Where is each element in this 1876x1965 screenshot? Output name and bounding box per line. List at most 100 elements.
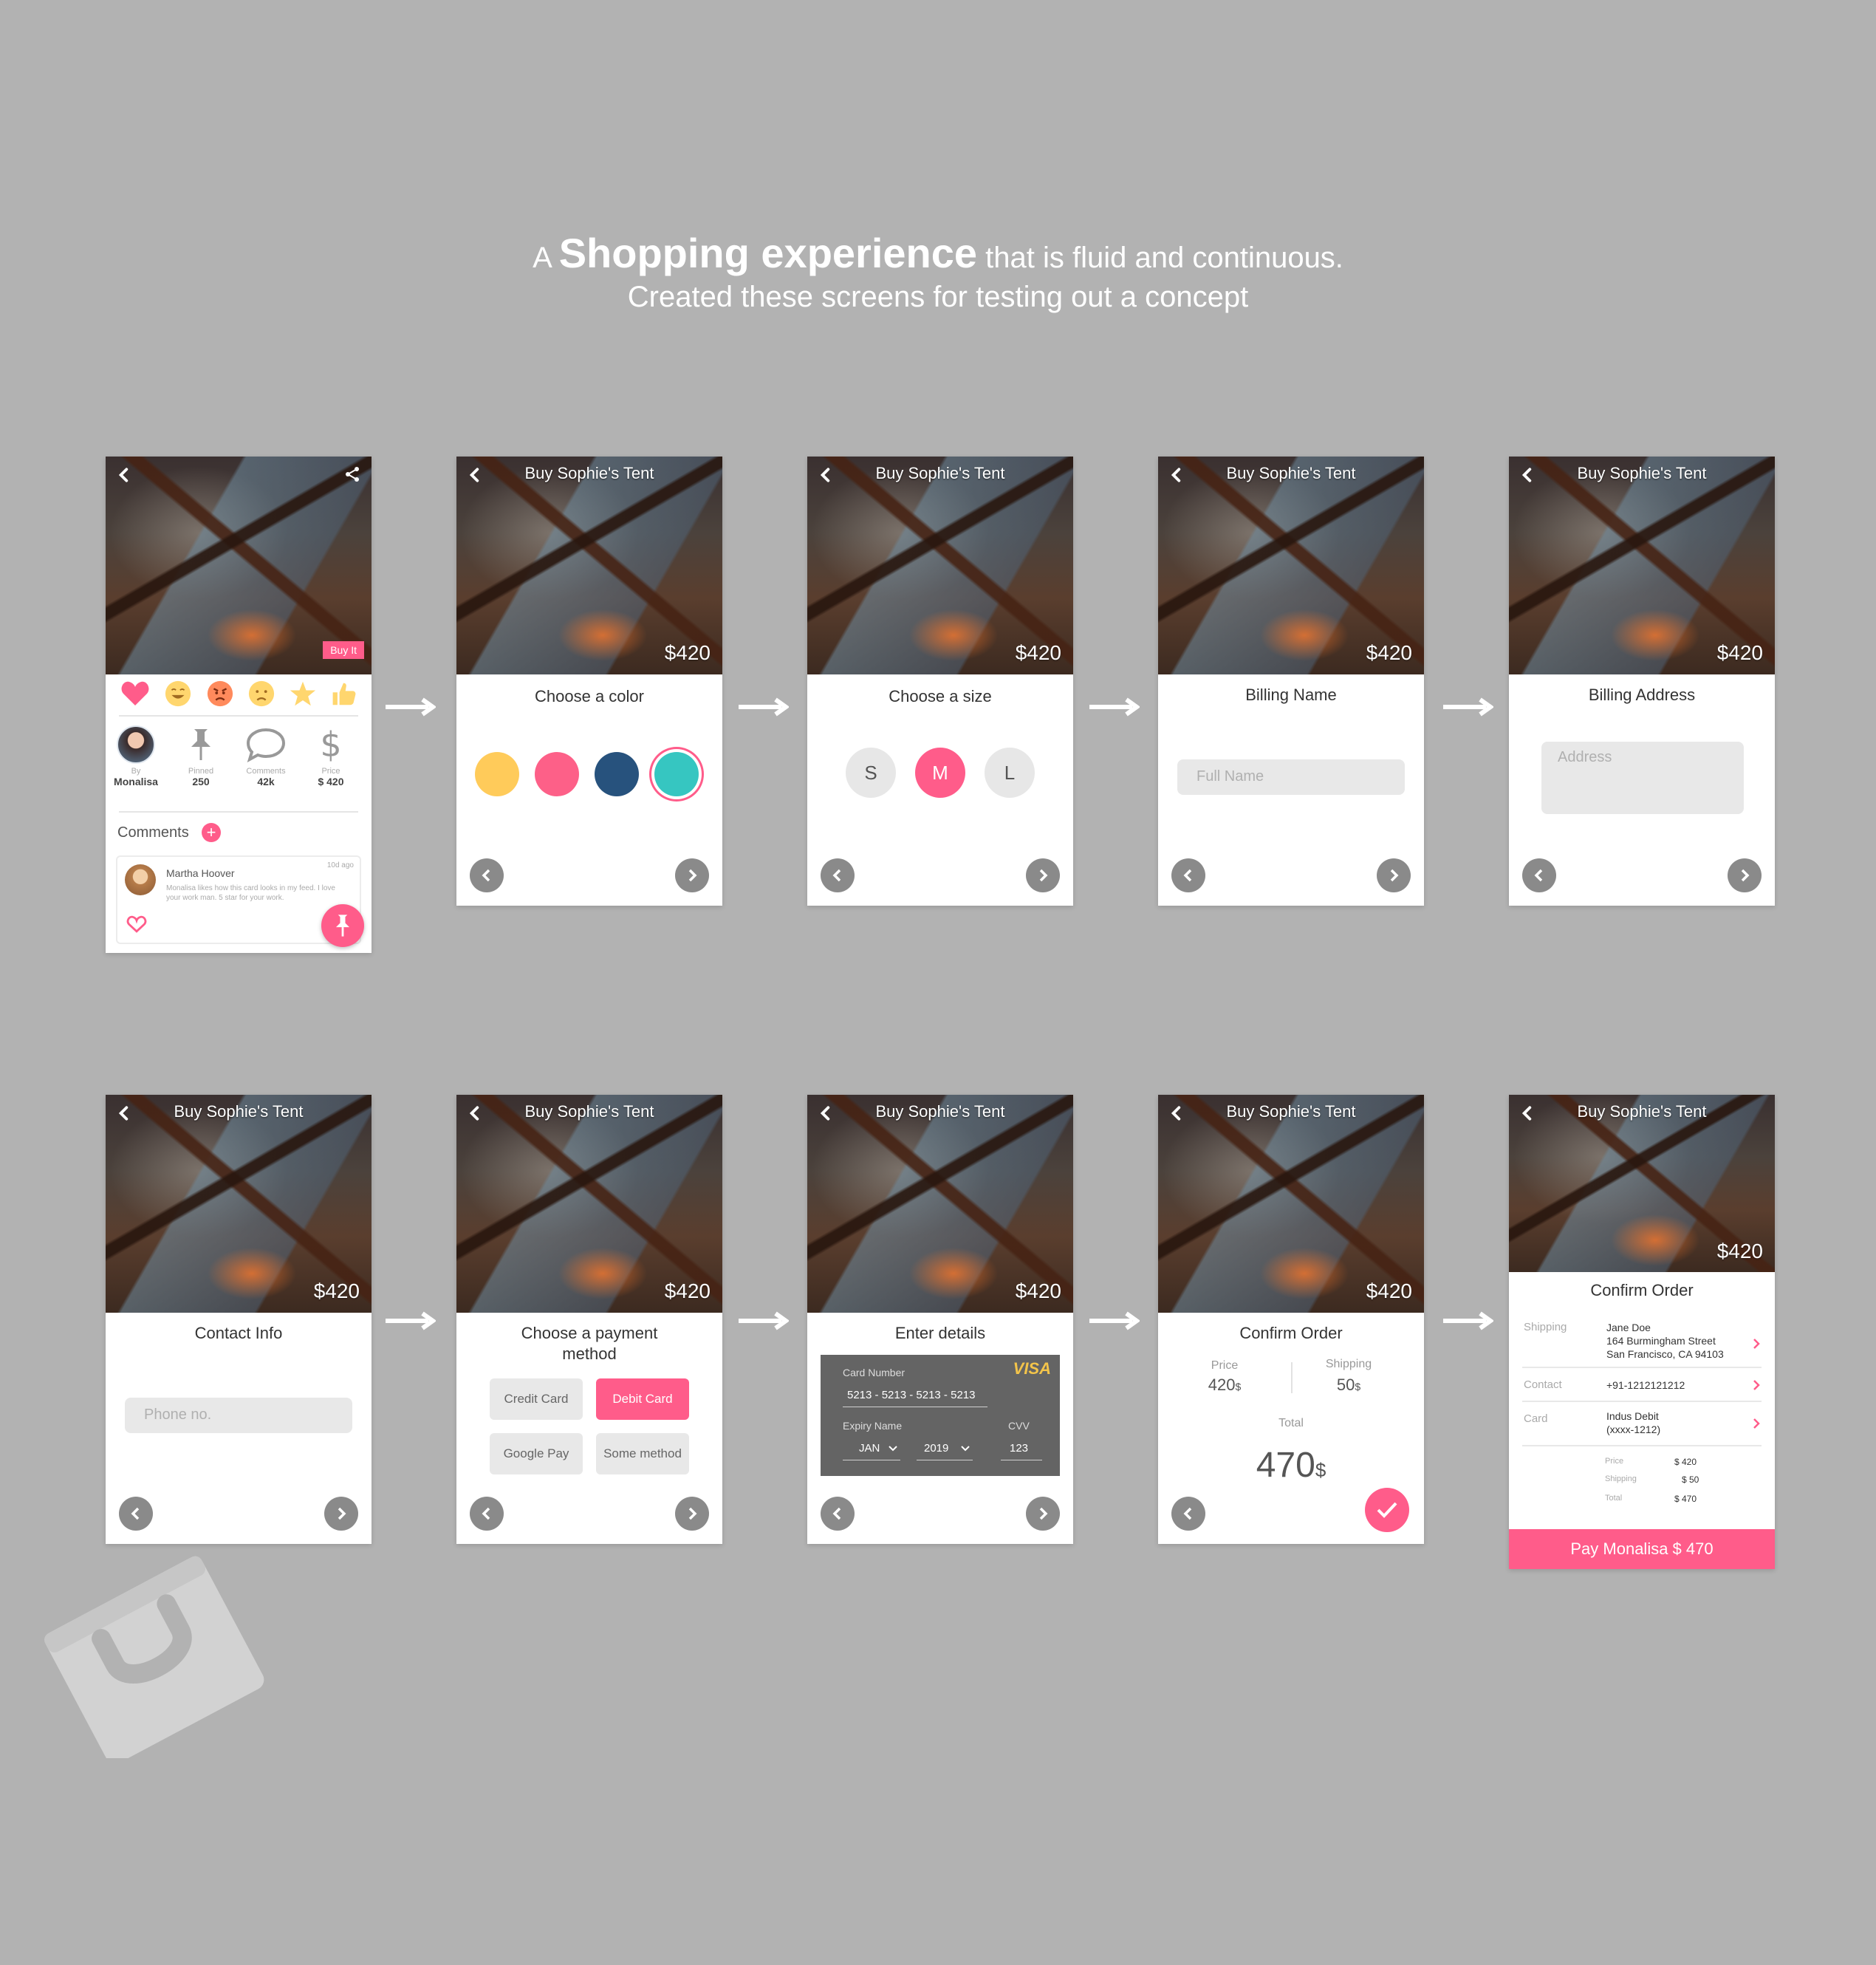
comment-author: Martha Hoover — [166, 867, 235, 879]
pin-button[interactable] — [321, 904, 364, 947]
color-swatch-navy[interactable] — [595, 752, 639, 796]
prev-button[interactable] — [119, 1497, 153, 1531]
next-button[interactable] — [1728, 858, 1762, 892]
color-swatch-teal[interactable] — [654, 752, 699, 796]
phone-field[interactable]: Phone no. — [125, 1398, 352, 1433]
flow-arrow-icon — [386, 697, 436, 717]
like-heart-icon[interactable] — [126, 915, 147, 934]
card-title: Buy Sophie's Tent — [1226, 464, 1356, 482]
comment-bubble-icon — [246, 728, 286, 762]
step-label: Choose a color — [535, 687, 644, 705]
cvv-field[interactable]: 123 — [1010, 1442, 1028, 1455]
share-icon[interactable] — [343, 465, 361, 483]
color-swatch-yellow[interactable] — [475, 752, 519, 796]
prev-button[interactable] — [470, 858, 504, 892]
flow-arrow-icon — [739, 1311, 789, 1330]
breakdown-price-label: Price — [1605, 1457, 1624, 1466]
breakdown-total-value: $ 470 — [1674, 1494, 1697, 1504]
prev-button[interactable] — [1171, 1497, 1205, 1531]
prev-button[interactable] — [1171, 858, 1205, 892]
shipping-address: Jane Doe 164 Burmingham Street San Franc… — [1606, 1322, 1724, 1360]
thumbs-up-icon[interactable] — [330, 680, 357, 707]
chevron-right-icon[interactable] — [1751, 1339, 1762, 1349]
heart-icon[interactable] — [120, 680, 150, 707]
avatar[interactable] — [117, 725, 155, 764]
next-button[interactable] — [675, 858, 709, 892]
step-label: Confirm Order — [1239, 1324, 1343, 1342]
comment-time: 10d ago — [326, 861, 354, 869]
next-button[interactable] — [675, 1497, 709, 1531]
star-icon[interactable] — [290, 680, 316, 707]
shipping-label: Shipping — [1524, 1321, 1567, 1333]
shopping-bag-icon — [44, 1556, 264, 1758]
prev-button[interactable] — [821, 1497, 855, 1531]
chevron-right-icon — [1039, 869, 1048, 882]
next-button[interactable] — [1377, 858, 1411, 892]
stat-pinned: Pinned 250 — [171, 724, 231, 787]
headline-subtitle: Created these screens for testing out a … — [627, 281, 1249, 313]
choose-size-screen: Buy Sophie's Tent $420 Choose a size S M… — [807, 457, 1073, 906]
reaction-row — [120, 677, 357, 711]
flow-arrow-icon — [386, 1311, 436, 1330]
contact-info-screen: Buy Sophie's Tent $420 Contact Info Phon… — [106, 1095, 372, 1544]
address-field[interactable]: Address — [1541, 742, 1744, 814]
pay-button[interactable]: Pay Monalisa $ 470 — [1509, 1529, 1775, 1569]
sad-emoji-icon[interactable] — [247, 680, 275, 708]
expiry-label: Expiry Name — [843, 1420, 903, 1432]
prev-button[interactable] — [821, 858, 855, 892]
confirm-order-screen: Buy Sophie's Tent $420 Confirm Order Pri… — [1158, 1095, 1424, 1544]
buy-it-button[interactable]: Buy It — [323, 641, 364, 659]
dollar-icon: $ — [320, 725, 342, 765]
avatar — [125, 864, 156, 895]
flow-arrow-icon — [1443, 697, 1493, 717]
next-button[interactable] — [324, 1497, 358, 1531]
next-button[interactable] — [1026, 1497, 1060, 1531]
card-title: Buy Sophie's Tent — [174, 1102, 304, 1121]
stat-by: By Monalisa — [106, 724, 166, 787]
some-method-button[interactable]: Some method — [596, 1433, 689, 1474]
checkmark-icon — [1377, 1502, 1397, 1518]
order-summary-screen: Buy Sophie's Tent $420 Confirm Order Shi… — [1509, 1095, 1775, 1569]
chevron-right-icon[interactable] — [1751, 1418, 1762, 1429]
step-label: Choose a size — [889, 687, 992, 705]
price: $420 — [1366, 1279, 1412, 1302]
chevron-left-icon — [832, 869, 841, 882]
card-number-field[interactable]: 5213 - 5213 - 5213 - 5213 — [847, 1389, 975, 1401]
divider — [119, 811, 358, 813]
card-details-screen: Buy Sophie's Tent $420 Enter details VIS… — [807, 1095, 1073, 1544]
confirm-button[interactable] — [1365, 1488, 1409, 1532]
full-name-field[interactable]: Full Name — [1177, 759, 1405, 795]
size-s-button[interactable]: S — [846, 748, 896, 798]
chevron-right-icon — [1741, 869, 1750, 882]
payment-method-screen: Buy Sophie's Tent $420 Choose a payment … — [456, 1095, 722, 1544]
google-pay-button[interactable]: Google Pay — [490, 1433, 583, 1474]
breakdown-shipping-label: Shipping — [1605, 1474, 1637, 1483]
credit-card-button[interactable]: Credit Card — [490, 1378, 583, 1420]
chevron-left-icon — [1183, 869, 1192, 882]
chevron-left-icon — [1183, 1507, 1192, 1520]
debit-card-button[interactable]: Debit Card — [596, 1378, 689, 1420]
laugh-emoji-icon[interactable] — [164, 680, 192, 708]
chevron-left-icon — [1534, 869, 1543, 882]
chevron-left-icon — [482, 1507, 490, 1520]
chevron-left-icon — [131, 1507, 140, 1520]
next-button[interactable] — [1026, 858, 1060, 892]
comments-heading: Comments — [117, 824, 189, 841]
expiry-month-select[interactable]: JAN — [859, 1442, 880, 1455]
add-comment-button[interactable]: + — [202, 823, 221, 842]
price-label: Price — [1211, 1359, 1239, 1372]
prev-button[interactable] — [470, 1497, 504, 1531]
color-swatch-pink[interactable] — [535, 752, 579, 796]
step-label: Confirm Order — [1590, 1281, 1694, 1299]
chevron-right-icon[interactable] — [1751, 1380, 1762, 1390]
expiry-year-select[interactable]: 2019 — [924, 1442, 948, 1455]
size-l-button[interactable]: L — [985, 748, 1035, 798]
angry-emoji-icon[interactable] — [206, 680, 234, 708]
prev-button[interactable] — [1522, 858, 1556, 892]
back-icon[interactable] — [116, 467, 132, 483]
size-m-button[interactable]: M — [915, 748, 965, 798]
card-title: Buy Sophie's Tent — [875, 464, 1005, 482]
price: $420 — [664, 1279, 711, 1302]
price: $420 — [664, 641, 711, 664]
chevron-left-icon — [482, 869, 490, 882]
